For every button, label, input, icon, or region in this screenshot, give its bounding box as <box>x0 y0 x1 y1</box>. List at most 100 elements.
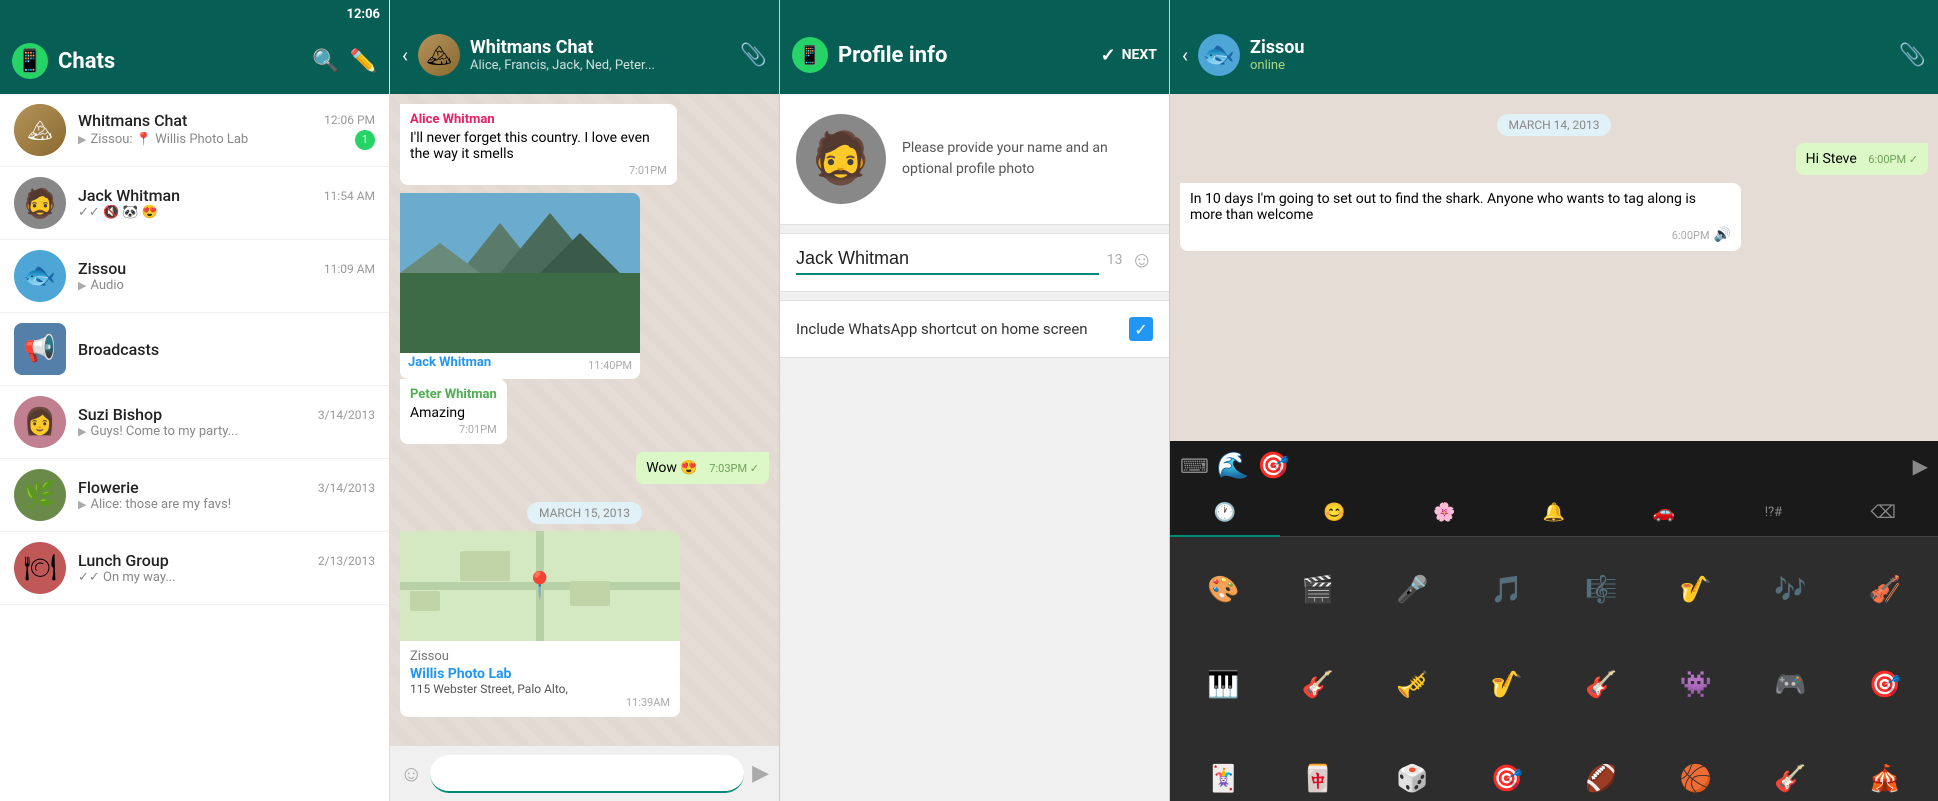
chat-name-lunch: Lunch Group <box>78 551 169 570</box>
emoji-guitar3[interactable]: 🎸 <box>1745 734 1836 801</box>
chat-preview-whitmans: ▶ Zissou: 📍 Willis Photo Lab <box>78 132 248 147</box>
chat-preview-suzi: ▶ Guys! Come to my party... <box>78 424 375 439</box>
bubble-alice: Alice Whitman I'll never forget this cou… <box>400 104 677 185</box>
chat-name-jack: Jack Whitman <box>78 186 180 205</box>
emoji-palette[interactable]: 🎨 <box>1178 545 1269 636</box>
avatar-jack: 🧔 <box>14 177 66 229</box>
emoji-tab-face[interactable]: 😊 <box>1280 491 1390 537</box>
location-place-name: Willis Photo Lab <box>410 666 670 682</box>
time-alice: 7:01PM <box>410 164 667 177</box>
emoji-tab-nature[interactable]: 🌸 <box>1389 491 1499 537</box>
zissou-name: Zissou <box>1250 37 1889 58</box>
chat-preview-lunch: ✓✓ On my way... <box>78 570 375 585</box>
bubble-jack-img: Jack Whitman 11:40PM <box>400 193 640 379</box>
emoji-tab-symbols[interactable]: !?# <box>1719 491 1829 537</box>
chat-time-lunch: 2/13/2013 <box>318 554 375 568</box>
send-btn[interactable]: ▶ <box>752 761 769 786</box>
zissou-input-bar: ⌨ 🌊 🎯 ▶ <box>1170 441 1938 491</box>
emoji-notes2[interactable]: 🎶 <box>1745 545 1836 636</box>
zissou-send-btn[interactable]: ▶ <box>1913 454 1928 478</box>
chat-name-zissou: Zissou <box>78 259 126 278</box>
chat-item-suzi[interactable]: 👩 Suzi Bishop 3/14/2013 ▶ Guys! Come to … <box>0 386 389 459</box>
emoji-btn[interactable]: ☺ <box>400 761 422 787</box>
sender-alice: Alice Whitman <box>410 112 667 127</box>
emoji-dart[interactable]: 🎯 <box>1840 640 1931 731</box>
back-arrow[interactable]: ‹ <box>402 43 408 67</box>
status-bar-1: 12:06 <box>0 0 390 28</box>
emoji-dice[interactable]: 🎲 <box>1367 734 1458 801</box>
emoji-tab-clock[interactable]: 🕐 <box>1170 491 1280 537</box>
emoji-football[interactable]: 🏈 <box>1556 734 1647 801</box>
msg-alice: Alice Whitman I'll never forget this cou… <box>400 104 769 193</box>
emoji-alien[interactable]: 👾 <box>1651 640 1742 731</box>
location-sender-name: Zissou <box>410 649 670 664</box>
bubble-wow: Wow 😍 7:03PM ✓ <box>636 452 769 484</box>
chat-info-broadcasts: Broadcasts <box>78 340 375 359</box>
profile-name-input[interactable] <box>796 244 1099 275</box>
location-map: 📍 <box>400 531 680 641</box>
zissou-back-arrow[interactable]: ‹ <box>1182 43 1188 67</box>
landscape-photo <box>400 193 640 353</box>
emoji-guitar[interactable]: 🎸 <box>1273 640 1364 731</box>
bubble-peter: Peter Whitman Amazing 7:01PM <box>400 379 507 444</box>
shortcut-label: Include WhatsApp shortcut on home screen <box>796 319 1129 340</box>
emoji-tab-car[interactable]: 🚗 <box>1609 491 1719 537</box>
emoji-saxophone[interactable]: 🎷 <box>1651 545 1742 636</box>
chat-info-whitmans: Whitmans Chat 12:06 PM ▶ Zissou: 📍 Willi… <box>78 111 375 150</box>
emoji-gamepad[interactable]: 🎮 <box>1745 640 1836 731</box>
emoji-basketball[interactable]: 🏀 <box>1651 734 1742 801</box>
whitmans-header: ‹ 🏔 Whitmans Chat Alice, Francis, Jack, … <box>390 0 779 94</box>
next-button[interactable]: ✓ NEXT <box>1101 45 1157 66</box>
chat-item-jack[interactable]: 🧔 Jack Whitman 11:54 AM ✓✓ 🔇 🐼 😍 <box>0 167 389 240</box>
emoji-clapper[interactable]: 🎬 <box>1273 545 1364 636</box>
emoji-circus[interactable]: 🎪 <box>1840 734 1931 801</box>
profile-panel: 📱 Profile info ✓ NEXT 🧔 Please provide y… <box>780 0 1170 801</box>
emoji-tab-delete[interactable]: ⌫ <box>1828 491 1938 537</box>
text-alice: I'll never forget this country. I love e… <box>410 130 667 162</box>
chat-item-zissou[interactable]: 🐟 Zissou 11:09 AM ▶ Audio <box>0 240 389 313</box>
chat-name-flowerie: Flowerie <box>78 478 139 497</box>
emoji-microphone[interactable]: 🎤 <box>1367 545 1458 636</box>
chats-panel: 12:06 📱 Chats 🔍 ✏️ W 🏔 Whitmans Chat 12:… <box>0 0 390 801</box>
attach-icon[interactable]: 📎 <box>740 43 767 68</box>
profile-photo[interactable]: 🧔 <box>796 114 886 204</box>
emoji-trumpet[interactable]: 🎺 <box>1367 640 1458 731</box>
chat-item-broadcasts[interactable]: 📢 Broadcasts <box>0 313 389 386</box>
avatar-zissou: 🐟 <box>14 250 66 302</box>
search-icon[interactable]: 🔍 <box>312 49 339 74</box>
emoji-sax2[interactable]: 🎷 <box>1462 640 1553 731</box>
whitmans-input[interactable] <box>430 755 744 793</box>
chat-preview-jack: ✓✓ 🔇 🐼 😍 <box>78 205 375 220</box>
emoji-joker[interactable]: 🃏 <box>1178 734 1269 801</box>
emoji-dart2[interactable]: 🎯 <box>1462 734 1553 801</box>
shortcut-checkbox[interactable]: ✓ <box>1129 317 1153 341</box>
emoji-guitar2[interactable]: 🎸 <box>1556 640 1647 731</box>
chat-item-whitmans[interactable]: W 🏔 Whitmans Chat 12:06 PM ▶ Zissou: 📍 W… <box>0 94 389 167</box>
emoji-piano[interactable]: 🎹 <box>1178 640 1269 731</box>
chat-info-zissou: Zissou 11:09 AM ▶ Audio <box>78 259 375 293</box>
chat-item-lunch[interactable]: 🍽 Lunch Group 2/13/2013 ✓✓ On my way... <box>0 532 389 605</box>
emoji-notes[interactable]: 🎵 <box>1462 545 1553 636</box>
emoji-tab-bell[interactable]: 🔔 <box>1499 491 1609 537</box>
emoji-picker-icon[interactable]: ☺ <box>1131 247 1153 273</box>
zissou-attach-icon[interactable]: 📎 <box>1899 43 1926 68</box>
keyboard-icon[interactable]: ⌨ <box>1180 454 1209 478</box>
sticker-wave[interactable]: 🌊 <box>1217 451 1249 481</box>
compose-icon[interactable]: ✏️ <box>350 49 377 74</box>
online-status: online <box>1250 58 1889 73</box>
msg-wow: Wow 😍 7:03PM ✓ <box>400 452 769 492</box>
chat-info-jack: Jack Whitman 11:54 AM ✓✓ 🔇 🐼 😍 <box>78 186 375 220</box>
sticker-target[interactable]: 🎯 <box>1257 451 1289 481</box>
chat-preview-zissou: ▶ Audio <box>78 278 375 293</box>
time-hi-steve: 6:00PM ✓ <box>1868 153 1918 166</box>
emoji-music-score[interactable]: 🎼 <box>1556 545 1647 636</box>
shortcut-section: Include WhatsApp shortcut on home screen… <box>780 300 1169 358</box>
zissou-messages: MARCH 14, 2013 Hi Steve 6:00PM ✓ In 10 d… <box>1170 94 1938 441</box>
whatsapp-logo-profile: 📱 <box>792 37 828 73</box>
chat-item-flowerie[interactable]: 🌿 Flowerie 3/14/2013 ▶ Alice: those are … <box>0 459 389 532</box>
emoji-violin[interactable]: 🎻 <box>1840 545 1931 636</box>
chat-list: W 🏔 Whitmans Chat 12:06 PM ▶ Zissou: 📍 W… <box>0 94 389 801</box>
zissou-header: ‹ 🐟 Zissou online 📎 <box>1170 0 1938 94</box>
whitmans-avatar: 🏔 <box>418 34 460 76</box>
emoji-mahjong[interactable]: 🀄 <box>1273 734 1364 801</box>
